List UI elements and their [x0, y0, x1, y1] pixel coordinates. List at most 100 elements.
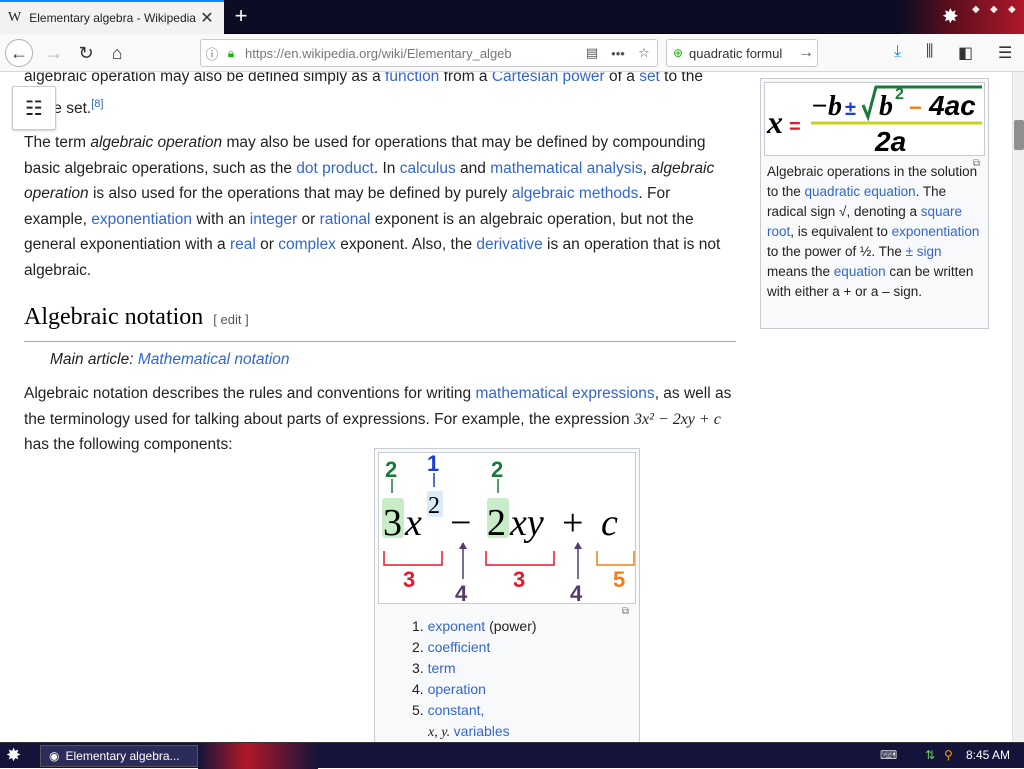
inline-link[interactable]: exponentiation [91, 211, 192, 228]
sidebar-icon[interactable]: ◧ [958, 43, 973, 63]
formula-x: x [766, 104, 783, 140]
menu-icon[interactable]: ☰ [998, 43, 1012, 63]
enlarge-icon[interactable]: ⧉ [622, 606, 629, 617]
link-function[interactable]: function [385, 72, 439, 85]
list-link[interactable]: constant, [428, 702, 485, 718]
scrollbar[interactable] [1012, 72, 1024, 742]
link-mathematical-notation[interactable]: Mathematical notation [138, 351, 290, 368]
tab-bar: W Elementary algebra - Wikipedia ✕ + ✸ ◆… [0, 0, 1024, 34]
inline-link[interactable]: mathematical analysis [490, 160, 642, 177]
list-item: 1. exponent (power) [412, 616, 636, 637]
link-set[interactable]: set [639, 72, 660, 85]
search-engine-icon[interactable]: ⊕ [667, 46, 689, 60]
text-segment: to the power of ½. The [767, 244, 906, 259]
label-coefficient-b: 2 [491, 457, 503, 482]
paragraph-intro: algebraic operation may also be defined … [24, 72, 736, 121]
taskbar-item-firefox[interactable]: ◉ Elementary algebra... [40, 745, 198, 767]
text-segment: . In [373, 159, 400, 177]
text-segment: is also used for the operations that may… [88, 185, 512, 203]
maximize-window-button[interactable]: ◆ [990, 4, 998, 15]
inline-math: 3x² − 2xy + c [634, 410, 721, 428]
inline-link[interactable]: quadratic equation [805, 184, 916, 199]
list-link[interactable]: exponent [428, 618, 486, 634]
text-segment: has the following components: [24, 436, 233, 454]
list-link[interactable]: operation [428, 681, 486, 697]
new-tab-button[interactable]: + [228, 3, 254, 29]
enlarge-icon[interactable]: ⧉ [973, 158, 980, 169]
lock-icon[interactable]: 🔒︎ [223, 46, 239, 61]
url-bar[interactable]: ⓘ 🔒︎ https://en.wikipedia.org/wiki/Eleme… [200, 39, 658, 67]
edit-section-link[interactable]: [ edit ] [213, 312, 248, 327]
list-number: 4. [412, 681, 428, 697]
hatnote: Main article: Mathematical notation [50, 351, 290, 369]
bookmark-star-icon[interactable]: ☆ [631, 45, 657, 61]
network-icon[interactable]: ⇅ [925, 748, 935, 762]
inline-link[interactable]: integer [250, 211, 297, 228]
expr-3: 3 [383, 502, 402, 544]
text-segment: or [297, 210, 320, 228]
toc-button[interactable]: ☷ [12, 86, 56, 130]
variables-math: x, y. [428, 725, 454, 740]
go-arrow-icon[interactable]: → [795, 44, 817, 62]
link-cartesian-power[interactable]: Cartesian power [492, 72, 605, 85]
label-operation-b: 4 [570, 581, 583, 603]
inline-link[interactable]: rational [320, 211, 371, 228]
taskbar: ✸ ◉ Elementary algebra... ⌨ ⇅ ⚲ 8:45 AM [0, 742, 1024, 769]
inline-link[interactable]: equation [834, 264, 886, 279]
search-input[interactable]: quadratic formul [689, 46, 795, 61]
home-button[interactable]: ⌂ [103, 39, 131, 67]
keyboard-icon[interactable]: ⌨ [880, 748, 897, 762]
start-icon[interactable]: ✸ [6, 745, 21, 766]
forward-arrow-icon: → [45, 42, 63, 63]
list-number: 3. [412, 660, 428, 676]
reload-icon: ↻ [78, 42, 94, 63]
expr-c: c [601, 502, 618, 544]
formula-exponent: 2 [895, 86, 904, 103]
minimize-window-button[interactable]: ◆ [972, 4, 980, 15]
close-tab-icon[interactable]: ✕ [198, 8, 216, 28]
text-segment: algebraic operation [90, 134, 223, 151]
list-link[interactable]: coefficient [428, 639, 491, 655]
home-icon: ⌂ [111, 42, 123, 63]
label-constant: 5 [613, 567, 625, 592]
library-icon[interactable]: ⫼ [926, 43, 933, 61]
expression-diagram-image[interactable]: 3 x 2 − 2 xy + c 2 1 2 3 3 5 4 4 ⧉ [378, 451, 636, 617]
list-link[interactable]: term [428, 660, 456, 676]
quadratic-formula-image[interactable]: x = −b ± b 2 − 4ac 2a ⧉ [764, 82, 985, 169]
back-arrow-icon: ← [10, 42, 28, 63]
inline-link[interactable]: algebraic methods [512, 185, 639, 202]
url-text[interactable]: https://en.wikipedia.org/wiki/Elementary… [239, 46, 579, 61]
inline-link[interactable]: complex [278, 236, 336, 253]
inline-link[interactable]: calculus [400, 160, 456, 177]
reference-8[interactable]: [8] [91, 98, 103, 110]
label-term-b: 3 [513, 567, 525, 592]
inline-link[interactable]: real [230, 236, 256, 253]
hatnote-prefix: Main article: [50, 351, 138, 368]
reader-view-icon[interactable]: ▤ [579, 45, 605, 61]
reload-button[interactable]: ↻ [72, 39, 100, 67]
scrollbar-thumb[interactable] [1014, 120, 1024, 150]
list-item: 5. constant, [412, 700, 636, 721]
inline-link[interactable]: derivative [476, 236, 542, 253]
firefox-icon: ◉ [49, 749, 60, 763]
label-operation-a: 4 [455, 581, 468, 603]
back-button[interactable]: ← [5, 39, 33, 67]
clock[interactable]: 8:45 AM [966, 748, 1010, 762]
inline-link[interactable]: mathematical expressions [475, 385, 654, 402]
inline-link[interactable]: dot product [296, 160, 374, 177]
tab-active[interactable]: W Elementary algebra - Wikipedia ✕ [0, 0, 224, 34]
download-icon[interactable]: ⤓ [894, 43, 901, 61]
info-icon[interactable]: ⓘ [201, 44, 223, 63]
inline-link[interactable]: ± sign [906, 244, 942, 259]
search-tray-icon[interactable]: ⚲ [944, 748, 953, 762]
figure-expression-components: 3 x 2 − 2 xy + c 2 1 2 3 3 5 4 4 ⧉ 1. ex… [374, 448, 640, 742]
list-number: 2. [412, 639, 428, 655]
close-window-button[interactable]: ◆ [1008, 4, 1016, 15]
page-actions-icon[interactable]: ••• [605, 46, 631, 61]
list-link-variables[interactable]: variables [454, 723, 510, 739]
expr-plus: + [562, 502, 583, 544]
inline-link[interactable]: exponentiation [892, 224, 980, 239]
expr-xy: xy [509, 502, 544, 544]
search-bar[interactable]: ⊕ quadratic formul → [666, 39, 818, 67]
forward-button[interactable]: → [40, 39, 68, 67]
